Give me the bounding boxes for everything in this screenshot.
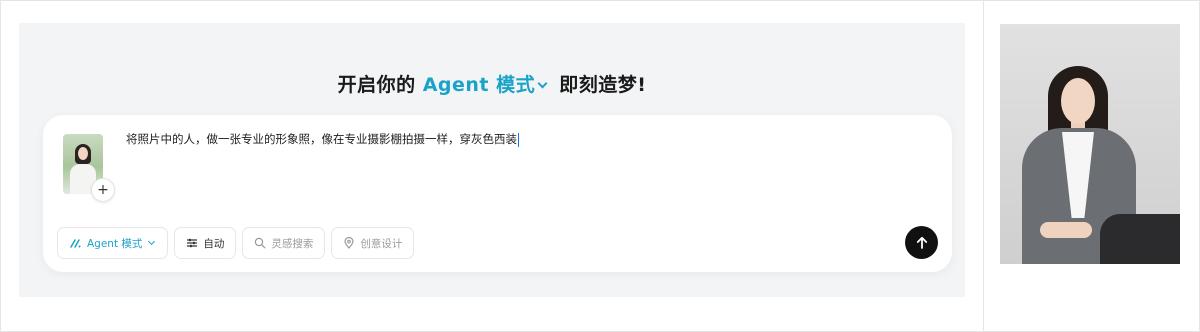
creative-design-button[interactable]: 创意设计 bbox=[331, 227, 415, 259]
location-pin-icon bbox=[344, 237, 355, 249]
portrait-legs bbox=[1100, 214, 1180, 264]
generated-portrait-preview[interactable] bbox=[1000, 24, 1180, 264]
prompt-text: 将照片中的人，做一张专业的形象照，像在专业摄影棚拍摄一样，穿灰色西装 bbox=[126, 132, 517, 146]
send-button[interactable] bbox=[905, 226, 938, 259]
text-caret bbox=[518, 132, 519, 147]
inspiration-search-label: 灵感搜索 bbox=[271, 237, 314, 250]
headline-suffix: 即刻造梦! bbox=[559, 74, 647, 96]
page-headline: 开启你的 Agent 模式 即刻造梦! bbox=[19, 70, 965, 97]
prompt-input[interactable]: 将照片中的人，做一张专业的形象照，像在专业摄影棚拍摄一样，穿灰色西装 bbox=[126, 131, 519, 147]
headline-mode-label: Agent 模式 bbox=[422, 74, 536, 96]
panel-divider bbox=[983, 0, 984, 332]
auto-button[interactable]: 自动 bbox=[174, 227, 237, 259]
thumbnail-face bbox=[78, 147, 88, 160]
chevron-down-icon[interactable] bbox=[537, 78, 548, 89]
agent-mode-label: Agent 模式 bbox=[87, 237, 143, 250]
prompt-composer: + 将照片中的人，做一张专业的形象照，像在专业摄影棚拍摄一样，穿灰色西装 Age… bbox=[43, 115, 952, 272]
chevron-down-icon bbox=[148, 237, 156, 246]
portrait-face bbox=[1061, 78, 1095, 124]
arrow-up-icon bbox=[916, 236, 927, 249]
creative-design-label: 创意设计 bbox=[360, 237, 403, 250]
portrait-hands bbox=[1040, 222, 1092, 238]
search-icon bbox=[255, 237, 266, 249]
headline-prefix: 开启你的 bbox=[337, 74, 416, 96]
plus-icon: + bbox=[97, 182, 109, 198]
auto-label: 自动 bbox=[203, 237, 225, 250]
composer-toolbar: Agent 模式 自动 灵感搜索 创意设计 bbox=[57, 227, 415, 259]
sliders-icon bbox=[187, 238, 198, 248]
headline-mode-selector[interactable]: Agent 模式 bbox=[423, 74, 552, 96]
agent-mode-button[interactable]: Agent 模式 bbox=[57, 227, 169, 259]
inspiration-search-button[interactable]: 灵感搜索 bbox=[242, 227, 326, 259]
add-image-button[interactable]: + bbox=[91, 178, 115, 202]
agent-mode-icon bbox=[70, 238, 81, 248]
